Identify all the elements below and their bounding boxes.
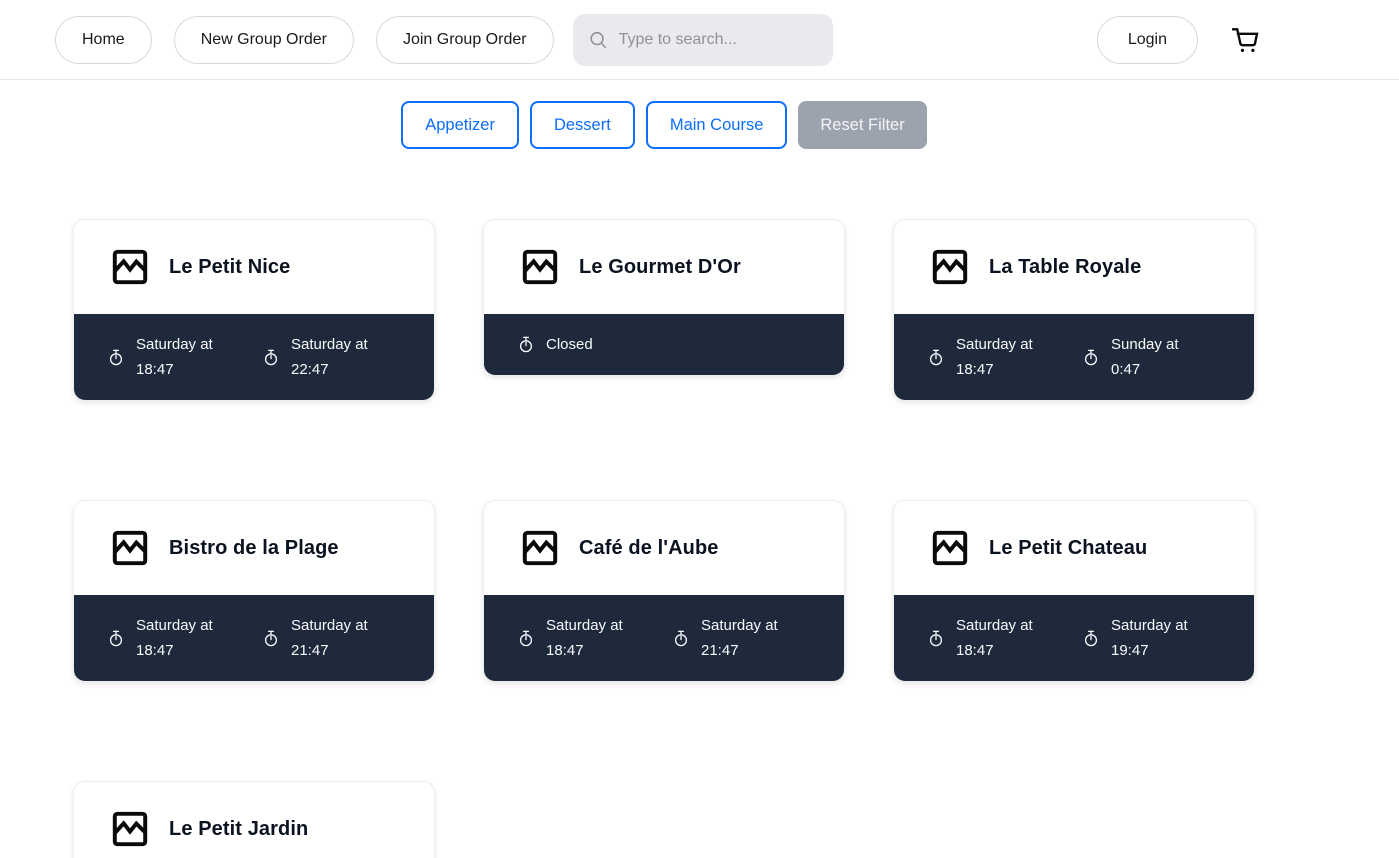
image-icon <box>932 530 968 566</box>
nav-new-group-order-button[interactable]: New Group Order <box>173 15 354 64</box>
card-hours-footer: Closed <box>484 314 844 375</box>
card-header: Café de l'Aube <box>484 501 844 595</box>
time-text: Saturday at 21:47 <box>701 617 778 659</box>
filter-main-course-button[interactable]: Main Course <box>645 101 788 149</box>
card-hours-footer: Saturday at 18:47 Saturday at 22:47 <box>74 314 434 400</box>
card-hours-footer: Saturday at 18:47 Saturday at 21:47 <box>484 595 844 681</box>
opening-time: Sunday at 0:47 <box>1083 332 1238 382</box>
stopwatch-icon <box>1084 630 1098 646</box>
stopwatch-icon <box>109 630 123 646</box>
nav-home-button[interactable]: Home <box>55 15 152 64</box>
time-text: Saturday at 22:47 <box>291 336 368 378</box>
shopping-cart-icon <box>1232 27 1259 52</box>
reset-filter-button[interactable]: Reset Filter <box>798 101 927 149</box>
card-header: Le Petit Chateau <box>894 501 1254 595</box>
restaurant-card[interactable]: Le Petit Chateau Saturday at 18:47 Satur… <box>893 500 1255 682</box>
opening-time: Saturday at 21:47 <box>673 613 828 663</box>
time-text: Saturday at 21:47 <box>291 617 368 659</box>
image-icon <box>522 249 558 285</box>
image-icon <box>522 530 558 566</box>
image-icon <box>112 249 148 285</box>
filter-appetizer-button[interactable]: Appetizer <box>401 101 519 149</box>
opening-time: Closed <box>518 332 828 357</box>
restaurant-grid: Le Petit Nice Saturday at 18:47 Saturday… <box>73 219 1255 858</box>
restaurant-name: Le Petit Jardin <box>169 817 309 840</box>
restaurant-name: Le Petit Chateau <box>989 536 1148 559</box>
image-icon <box>112 530 148 566</box>
card-header: Bistro de la Plage <box>74 501 434 595</box>
time-text: Saturday at 18:47 <box>136 336 213 378</box>
search-icon <box>589 31 606 48</box>
main-content: Appetizer Dessert Main Course Reset Filt… <box>73 101 1255 858</box>
opening-time: Saturday at 18:47 <box>108 613 263 663</box>
card-header: Le Petit Jardin <box>74 782 434 858</box>
restaurant-name: Bistro de la Plage <box>169 536 339 559</box>
card-hours-footer: Saturday at 18:47 Saturday at 21:47 <box>74 595 434 681</box>
restaurant-card[interactable]: Bistro de la Plage Saturday at 18:47 Sat… <box>73 500 435 682</box>
time-text: Saturday at 18:47 <box>956 336 1033 378</box>
opening-time: Saturday at 21:47 <box>263 613 418 663</box>
stopwatch-icon <box>264 630 278 646</box>
stopwatch-icon <box>929 630 943 646</box>
card-header: La Table Royale <box>894 220 1254 314</box>
stopwatch-icon <box>519 336 533 353</box>
time-text: Sunday at 0:47 <box>1111 336 1179 378</box>
restaurant-card[interactable]: Le Gourmet D'Or Closed <box>483 219 845 376</box>
restaurant-name: Café de l'Aube <box>579 536 719 559</box>
time-text: Saturday at 18:47 <box>956 617 1033 659</box>
restaurant-card[interactable]: Café de l'Aube Saturday at 18:47 Saturda… <box>483 500 845 682</box>
opening-time: Saturday at 18:47 <box>928 332 1083 382</box>
opening-time: Saturday at 22:47 <box>263 332 418 382</box>
image-icon <box>932 249 968 285</box>
stopwatch-icon <box>674 630 688 646</box>
card-hours-footer: Saturday at 18:47 Sunday at 0:47 <box>894 314 1254 400</box>
image-icon <box>112 811 148 847</box>
nav-join-group-order-button[interactable]: Join Group Order <box>375 15 554 64</box>
filter-dessert-button[interactable]: Dessert <box>529 101 635 149</box>
time-text: Saturday at 18:47 <box>546 617 623 659</box>
restaurant-name: Le Petit Nice <box>169 255 291 278</box>
time-text: Closed <box>546 336 593 353</box>
restaurant-card[interactable]: La Table Royale Saturday at 18:47 Sunday… <box>893 219 1255 401</box>
time-text: Saturday at 18:47 <box>136 617 213 659</box>
cart-button[interactable] <box>1228 23 1262 57</box>
stopwatch-icon <box>929 349 943 365</box>
time-text: Saturday at 19:47 <box>1111 617 1188 659</box>
opening-time: Saturday at 19:47 <box>1083 613 1238 663</box>
card-hours-footer: Saturday at 18:47 Saturday at 19:47 <box>894 595 1254 681</box>
stopwatch-icon <box>1084 349 1098 365</box>
card-header: Le Petit Nice <box>74 220 434 314</box>
stopwatch-icon <box>109 349 123 365</box>
search-input[interactable] <box>572 13 833 66</box>
opening-time: Saturday at 18:47 <box>928 613 1083 663</box>
restaurant-name: La Table Royale <box>989 255 1142 278</box>
stopwatch-icon <box>264 349 278 365</box>
filter-bar: Appetizer Dessert Main Course Reset Filt… <box>73 101 1255 149</box>
restaurant-card[interactable]: Le Petit Jardin <box>73 781 435 858</box>
restaurant-card[interactable]: Le Petit Nice Saturday at 18:47 Saturday… <box>73 219 435 401</box>
card-header: Le Gourmet D'Or <box>484 220 844 314</box>
search-bar <box>572 13 833 66</box>
login-button[interactable]: Login <box>1096 15 1198 64</box>
top-nav: Home New Group Order Join Group Order Lo… <box>0 0 1399 80</box>
stopwatch-icon <box>519 630 533 646</box>
opening-time: Saturday at 18:47 <box>108 332 263 382</box>
restaurant-name: Le Gourmet D'Or <box>579 255 741 278</box>
opening-time: Saturday at 18:47 <box>518 613 673 663</box>
